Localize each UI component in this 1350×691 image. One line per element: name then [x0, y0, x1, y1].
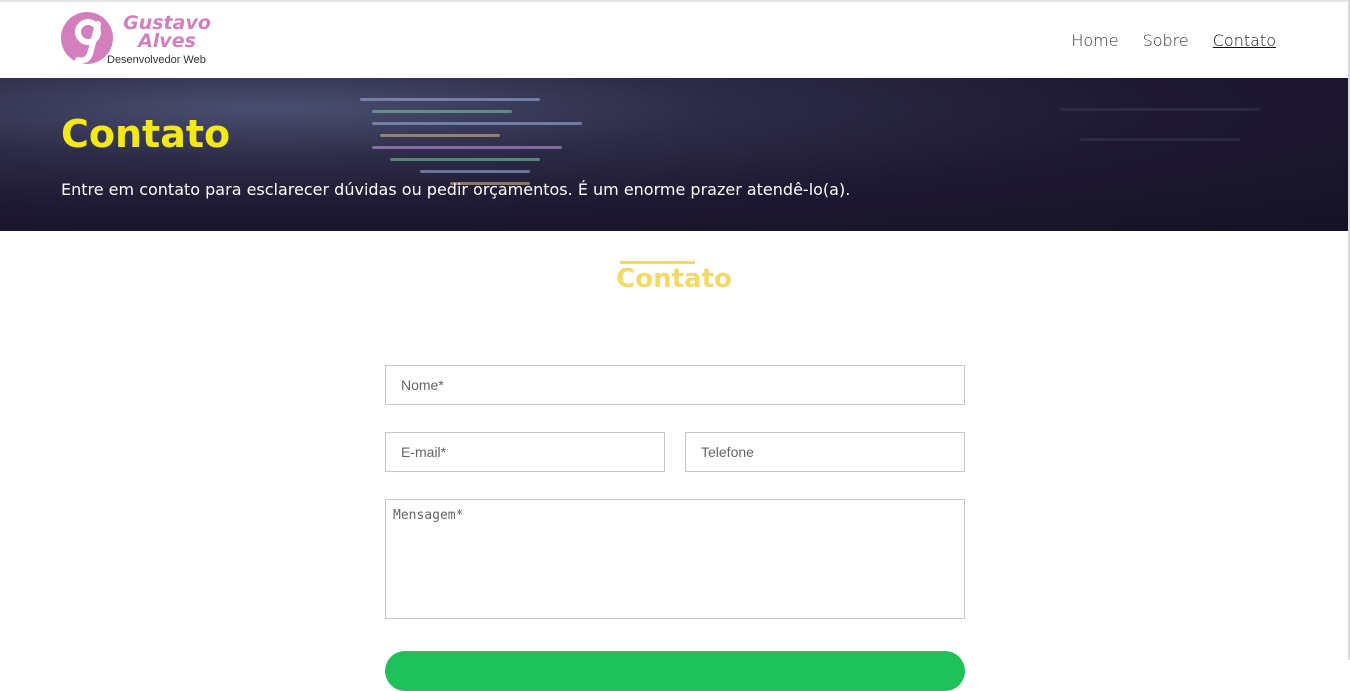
brand-logo[interactable]: Gustavo Alves Desenvolvedor Web: [60, 10, 220, 70]
brand-tagline: Desenvolvedor Web: [107, 54, 206, 66]
hero-banner: Contato Entre em contato para esclarecer…: [0, 78, 1348, 231]
name-field[interactable]: [385, 365, 965, 405]
page-title: Contato: [61, 112, 231, 156]
nav-home-link[interactable]: Home: [1071, 31, 1118, 50]
phone-field[interactable]: [685, 432, 965, 472]
email-field[interactable]: [385, 432, 665, 472]
nav-contato-link[interactable]: Contato: [1213, 31, 1276, 50]
brand-name: Gustavo Alves: [122, 14, 212, 52]
nav-sobre-link[interactable]: Sobre: [1143, 31, 1189, 50]
brand-name-line2: Alves: [138, 30, 196, 52]
message-field[interactable]: [385, 499, 965, 619]
submit-button[interactable]: [385, 651, 965, 691]
page-subtitle: Entre em contato para esclarecer dúvidas…: [61, 180, 851, 199]
section-title: Contato: [616, 264, 732, 294]
main-nav: Home Sobre Contato: [1071, 31, 1276, 50]
site-header: Gustavo Alves Desenvolvedor Web Home Sob…: [0, 2, 1348, 78]
